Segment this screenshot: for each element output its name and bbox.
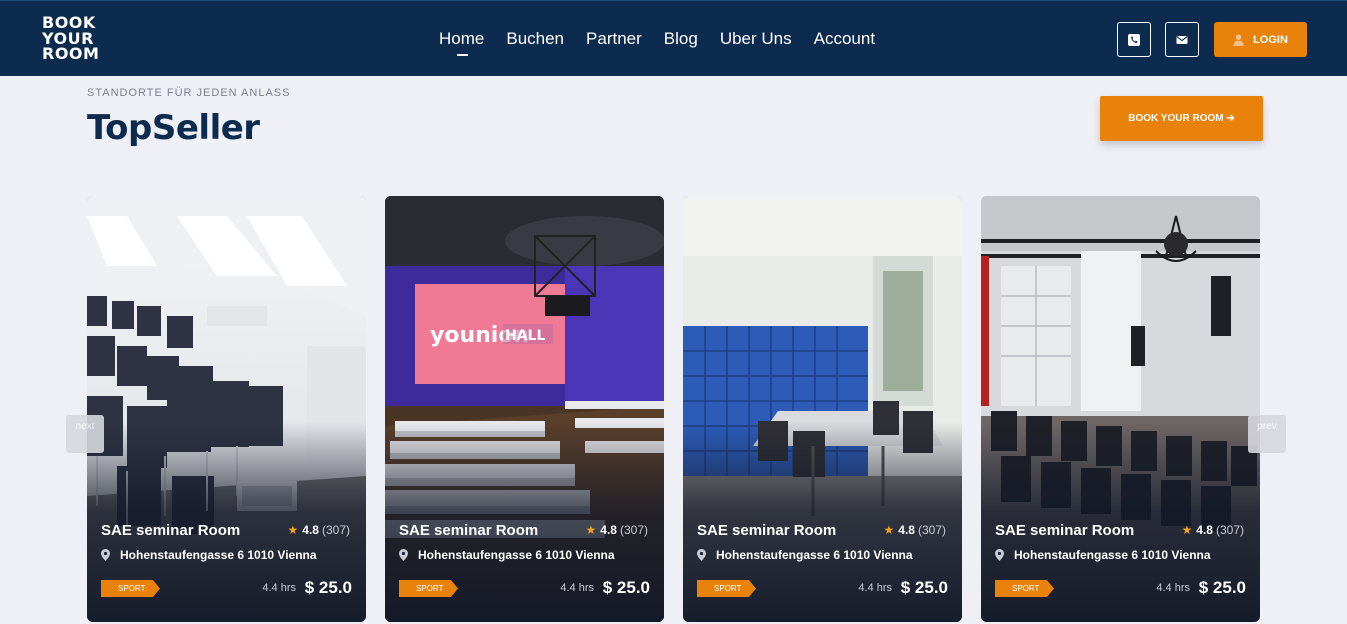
user-icon [1233,33,1244,46]
address-text: Hohenstaufengasse 6 1010 Vienna [120,548,317,562]
nav-buchen[interactable]: Buchen [506,29,564,51]
address-text: Hohenstaufengasse 6 1010 Vienna [1014,548,1211,562]
address: Hohenstaufengasse 6 1010 Vienna [697,548,913,562]
duration: 4.4 hrs [262,582,296,594]
rating-value: 4.8 [898,523,915,537]
price: $ 25.0 [1198,578,1246,597]
category-tag: SPORT [995,580,1054,597]
location-pin-icon [697,549,706,561]
rating: ★ 4.8 (307) [884,523,946,537]
star-icon: ★ [1181,523,1193,537]
category-tag: SPORT [399,580,458,597]
address: Hohenstaufengasse 6 1010 Vienna [995,548,1211,562]
carousel-prev-button[interactable]: prev [1248,415,1286,453]
carousel-next-button[interactable]: next [66,415,104,453]
room-card[interactable]: SAE seminar Room ★ 4.8 (307) Hohenstaufe… [981,196,1260,622]
address: Hohenstaufengasse 6 1010 Vienna [399,548,615,562]
email-button[interactable] [1165,22,1199,57]
section-eyebrow: STANDORTE FÜR JEDEN ANLASS [87,87,291,99]
top-navbar: BOOK YOUR ROOM Home Buchen Partner Blog … [0,0,1347,76]
rating-value: 4.8 [302,523,319,537]
review-count: (307) [1215,523,1244,537]
rating: ★ 4.8 (307) [288,523,350,537]
duration: 4.4 hrs [858,582,892,594]
star-icon: ★ [883,523,895,537]
review-count: (307) [321,523,350,537]
rating: ★ 4.8 (307) [1182,523,1244,537]
star-icon: ★ [287,523,299,537]
category-tag: SPORT [101,580,160,597]
login-label: LOGIN [1253,33,1288,46]
nav-uber-uns[interactable]: Uber Uns [720,29,792,51]
section-title: TopSeller [87,108,260,148]
room-name[interactable]: SAE seminar Room [399,522,538,539]
duration: 4.4 hrs [560,582,594,594]
brand-logo[interactable]: BOOK YOUR ROOM [42,15,112,62]
location-pin-icon [995,549,1004,561]
svg-text:HALL: HALL [505,328,545,344]
price: $ 25.0 [602,578,650,597]
room-card[interactable]: younion HALL SAE seminar Room ★ 4.8 (307… [385,196,664,622]
rating-value: 4.8 [1196,523,1213,537]
location-pin-icon [399,549,408,561]
phone-icon [1128,33,1140,46]
category-tag: SPORT [697,580,756,597]
room-card[interactable]: SAE seminar Room ★ 4.8 (307) Hohenstaufe… [87,196,366,622]
login-button[interactable]: LOGIN [1214,22,1307,57]
address: Hohenstaufengasse 6 1010 Vienna [101,548,317,562]
address-text: Hohenstaufengasse 6 1010 Vienna [418,548,615,562]
review-count: (307) [917,523,946,537]
book-your-room-button[interactable]: BOOK YOUR ROOM ➔ [1100,96,1263,141]
rating: ★ 4.8 (307) [586,523,648,537]
envelope-icon [1176,35,1188,44]
room-card[interactable]: SAE seminar Room ★ 4.8 (307) Hohenstaufe… [683,196,962,622]
logo-line: ROOM [42,44,100,63]
price: $ 25.0 [900,578,948,597]
review-count: (307) [619,523,648,537]
rating-value: 4.8 [600,523,617,537]
phone-button[interactable] [1117,22,1151,57]
location-pin-icon [101,549,110,561]
star-icon: ★ [585,523,597,537]
nav-home[interactable]: Home [439,29,484,56]
nav-blog[interactable]: Blog [664,29,698,51]
main-nav: Home Buchen Partner Blog Uber Uns Accoun… [439,29,897,56]
nav-partner[interactable]: Partner [586,29,642,51]
nav-account[interactable]: Account [814,29,875,51]
room-name[interactable]: SAE seminar Room [995,522,1134,539]
duration: 4.4 hrs [1156,582,1190,594]
address-text: Hohenstaufengasse 6 1010 Vienna [716,548,913,562]
price: $ 25.0 [304,578,352,597]
room-name[interactable]: SAE seminar Room [101,522,240,539]
room-name[interactable]: SAE seminar Room [697,522,836,539]
